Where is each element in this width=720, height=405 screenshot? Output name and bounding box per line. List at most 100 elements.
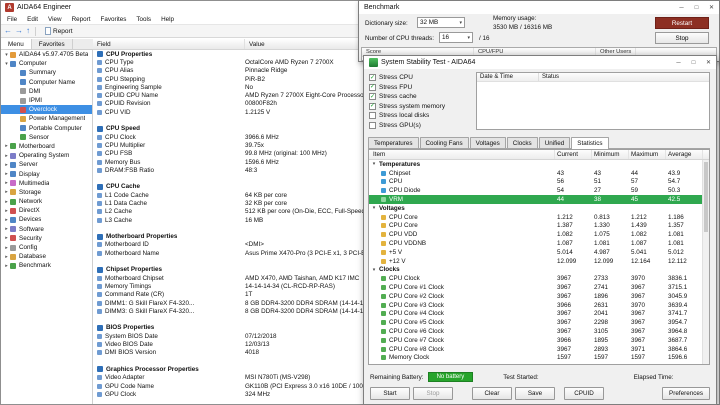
stats-row[interactable]: +5 V 5.014 4.987 5.041 5.012 <box>369 248 709 257</box>
sidebar-tab[interactable]: Favorites <box>31 39 73 49</box>
checkbox-icon[interactable] <box>369 83 376 91</box>
stress-checkbox-row[interactable]: Stress system memory <box>369 102 445 112</box>
stability-button[interactable]: Preferences <box>662 387 710 400</box>
sidebar-tree-item[interactable]: ▸ Security <box>1 234 92 243</box>
collapse-icon[interactable] <box>369 161 379 167</box>
stability-button[interactable]: Save <box>515 387 555 400</box>
stats-row[interactable]: CPU Core #1 Clock 3967 2741 3967 3715.1 <box>369 283 709 292</box>
sidebar-tree-item[interactable]: IPMI <box>1 96 92 105</box>
menu-item[interactable]: Report <box>67 16 96 23</box>
tree-expander-icon[interactable]: ▸ <box>3 162 10 168</box>
status-log-list[interactable]: Date & Time Status <box>476 72 710 130</box>
menu-item[interactable]: Edit <box>22 16 43 23</box>
benchmark-stop-button[interactable]: Stop <box>655 32 709 44</box>
stability-tab[interactable]: Voltages <box>469 137 506 148</box>
minimize-icon[interactable]: ─ <box>671 56 686 69</box>
cpu-threads-select[interactable]: 16 ▾ <box>439 32 473 43</box>
tree-expander-icon[interactable]: ▸ <box>3 180 10 186</box>
stats-row[interactable]: CPU 56 51 57 54.7 <box>369 178 709 187</box>
maximize-icon[interactable]: □ <box>686 56 701 69</box>
tree-expander-icon[interactable]: ▸ <box>3 245 10 251</box>
sidebar-tree-item[interactable]: ▸ Operating System <box>1 151 92 160</box>
stability-tab[interactable]: Statistics <box>571 137 609 149</box>
checkbox-icon[interactable] <box>369 93 376 101</box>
sidebar-tree-item[interactable]: ▸ Motherboard <box>1 142 92 151</box>
sidebar-tree-item[interactable]: Sensor <box>1 133 92 142</box>
menu-item[interactable]: Help <box>156 16 179 23</box>
checkbox-icon[interactable] <box>369 102 376 110</box>
sidebar-tree-item[interactable]: ▸ DirectX <box>1 206 92 215</box>
stability-tab[interactable]: Unified <box>538 137 571 148</box>
dictionary-size-select[interactable]: 32 MB ▾ <box>417 17 465 28</box>
stats-scrollbar[interactable] <box>702 160 709 364</box>
menu-item[interactable]: File <box>2 16 22 23</box>
menu-item[interactable]: Tools <box>131 16 156 23</box>
tree-expander-icon[interactable]: ▸ <box>3 189 10 195</box>
stats-row[interactable]: VRM 44 38 45 42.5 <box>369 195 709 204</box>
stats-row[interactable]: CPU Diode 54 27 59 50.3 <box>369 186 709 195</box>
tree-expander-icon[interactable]: ▸ <box>3 226 10 232</box>
sidebar-tree-item[interactable]: Computer Name <box>1 78 92 87</box>
tree-expander-icon[interactable]: ▾ <box>3 61 10 67</box>
forward-icon[interactable]: → <box>15 27 23 35</box>
sidebar-tree-item[interactable]: Power Management <box>1 114 92 123</box>
stats-row[interactable]: CPU Clock 3967 2733 3970 3836.1 <box>369 274 709 283</box>
report-button[interactable]: Report <box>41 26 77 36</box>
sidebar-tree-item[interactable]: ▸ Display <box>1 169 92 178</box>
sidebar-tree-item[interactable]: ▸ Software <box>1 225 92 234</box>
sidebar-tree-item[interactable]: ▸ Config <box>1 243 92 252</box>
tree-expander-icon[interactable]: ▸ <box>3 254 10 260</box>
stress-checkbox-row[interactable]: Stress cache <box>369 92 445 102</box>
stability-button[interactable]: Clear <box>472 387 512 400</box>
stability-button[interactable]: CPUID <box>564 387 604 400</box>
sidebar-tree-item[interactable]: Summary <box>1 68 92 77</box>
close-icon[interactable]: ✕ <box>704 1 719 14</box>
tree-expander-icon[interactable]: ▾ <box>3 52 10 58</box>
stress-checkbox-row[interactable]: Stress CPU <box>369 73 445 83</box>
stats-row[interactable]: Chipset 43 43 44 43.9 <box>369 169 709 178</box>
sidebar-tree-item[interactable]: ▸ Storage <box>1 188 92 197</box>
stress-checkbox-row[interactable]: Stress FPU <box>369 83 445 93</box>
stability-tab[interactable]: Cooling Fans <box>419 137 469 148</box>
stats-row[interactable]: Voltages <box>369 204 709 213</box>
stability-tab[interactable]: Temperatures <box>368 137 419 148</box>
sidebar-tree-item[interactable]: ▸ Database <box>1 252 92 261</box>
collapse-icon[interactable] <box>369 267 379 273</box>
stats-row[interactable]: Memory Clock 1597 1597 1597 1596.6 <box>369 354 709 363</box>
stats-row[interactable]: CPU VDDNB 1.087 1.081 1.087 1.081 <box>369 239 709 248</box>
stats-row[interactable]: Clocks <box>369 266 709 275</box>
stats-row[interactable]: CPU Core 1.212 0.813 1.212 1.186 <box>369 213 709 222</box>
sidebar-tree-item[interactable]: ▾ AIDA64 v5.97.4705 Beta <box>1 50 92 59</box>
tree-expander-icon[interactable]: ▸ <box>3 199 10 205</box>
menu-item[interactable]: View <box>43 16 67 23</box>
scrollbar-thumb[interactable] <box>704 162 708 232</box>
menu-item[interactable]: Favorites <box>95 16 131 23</box>
stats-row[interactable]: +12 V 12.099 12.099 12.164 12.112 <box>369 257 709 266</box>
tree-expander-icon[interactable]: ▸ <box>3 263 10 269</box>
checkbox-icon[interactable] <box>369 112 376 120</box>
sidebar-tree-item[interactable]: ▸ Network <box>1 197 92 206</box>
stats-row[interactable]: CPU Core #4 Clock 3967 2041 3967 3741.7 <box>369 310 709 319</box>
stats-row[interactable]: CPU Core #7 Clock 3966 1895 3967 3687.7 <box>369 336 709 345</box>
restart-button[interactable]: Restart <box>655 17 709 29</box>
sidebar-tree-item[interactable]: ▸ Server <box>1 160 92 169</box>
stats-row[interactable]: CPU Core #2 Clock 3967 1896 3967 3045.9 <box>369 292 709 301</box>
sidebar-tree-item[interactable]: Portable Computer <box>1 124 92 133</box>
tree-expander-icon[interactable]: ▸ <box>3 171 10 177</box>
stats-row[interactable]: CPU Core #8 Clock 3967 2893 3971 3864.6 <box>369 345 709 354</box>
close-icon[interactable]: ✕ <box>701 56 716 69</box>
tree-expander-icon[interactable]: ▸ <box>3 153 10 159</box>
sidebar-tree-item[interactable]: ▸ Benchmark <box>1 261 92 270</box>
stats-row[interactable]: CPU Core 1.387 1.330 1.439 1.357 <box>369 222 709 231</box>
stability-button[interactable]: Start <box>370 387 410 400</box>
tree-expander-icon[interactable]: ▸ <box>3 235 10 241</box>
stability-titlebar[interactable]: System Stability Test - AIDA64 ─ □ ✕ <box>364 56 716 69</box>
checkbox-icon[interactable] <box>369 121 376 129</box>
checkbox-icon[interactable] <box>369 74 376 82</box>
back-icon[interactable]: ← <box>4 27 12 35</box>
collapse-icon[interactable] <box>369 205 379 211</box>
minimize-icon[interactable]: ─ <box>674 1 689 14</box>
stats-row[interactable]: CPU VDD 1.082 1.075 1.082 1.081 <box>369 230 709 239</box>
up-icon[interactable]: ↑ <box>26 27 30 35</box>
benchmark-titlebar[interactable]: Benchmark ─ □ ✕ <box>359 1 719 14</box>
